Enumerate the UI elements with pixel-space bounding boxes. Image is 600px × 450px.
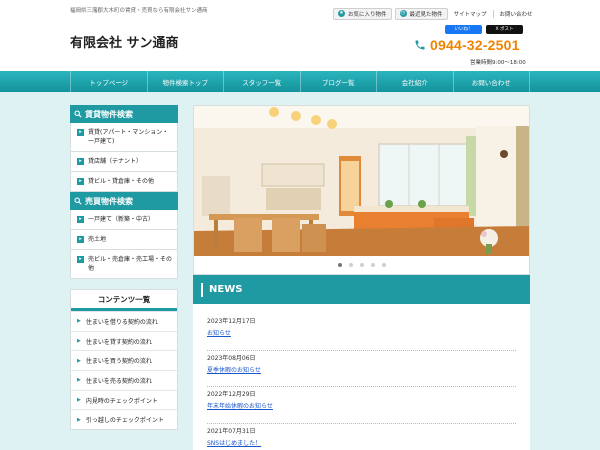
contact-link[interactable]: お問い合わせ	[497, 10, 536, 18]
nav-blog[interactable]: ブログ一覧	[301, 71, 377, 92]
contents-item-sell-flow[interactable]: ▶ 住まいを売る契約の流れ	[71, 370, 177, 390]
global-nav: トップページ 物件検索トップ スタッフ一覧 ブログ一覧 会社紹介 お問い合わせ	[0, 71, 600, 92]
slider-dot-5[interactable]	[381, 263, 386, 267]
x-post-button[interactable]: X ポスト	[486, 25, 523, 34]
news-title: NEWS	[209, 284, 243, 295]
triangle-icon: ▶	[77, 377, 81, 384]
news-section: NEWS 2023年12月17日 お知らせ 2023年08月06日 夏季休暇のお…	[193, 275, 530, 450]
news-date: 2022年12月29日	[207, 391, 256, 398]
news-date: 2021年07月31日	[207, 427, 256, 435]
clock-icon: ◷	[399, 10, 407, 17]
phone-number-text: 0944-32-2501	[430, 37, 520, 53]
contents-item-label: 引っ越しのチェックポイント	[85, 417, 164, 425]
arrow-icon: ▸	[77, 216, 84, 223]
sidebar-item-sale-land[interactable]: ▸ 売土地	[70, 230, 178, 250]
heading-bar	[201, 282, 203, 297]
contents-item-label: 内見時のチェックポイント	[85, 397, 158, 405]
arrow-icon: ▸	[77, 178, 84, 185]
sidebar-item-label: 一戸建て（新築・中古）	[88, 216, 155, 223]
news-item: 2022年12月29日 年末年始休暇のお知らせ	[207, 389, 516, 424]
triangle-icon: ▶	[77, 338, 81, 345]
contents-item-label: 住まいを売る契約の流れ	[85, 377, 152, 385]
slider-pagination	[194, 263, 529, 267]
recent-button[interactable]: ◷ 最近見た物件	[394, 7, 448, 20]
triangle-icon: ▶	[77, 318, 81, 325]
rental-search-title: 賃貸物件検索	[85, 109, 133, 119]
news-date: 2023年08月06日	[207, 354, 256, 362]
contents-item-rent-flow[interactable]: ▶ 住まいを借りる契約の流れ	[71, 311, 177, 331]
search-icon	[74, 110, 82, 118]
news-item: 2023年12月17日 お知らせ	[207, 316, 516, 351]
sidebar-item-rental-residence[interactable]: ▸ 賃貸(アパート・マンション・一戸建て)	[70, 123, 178, 152]
contents-box: コンテンツ一覧 ▶ 住まいを借りる契約の流れ ▶ 住まいを貸す契約の流れ ▶ 住…	[70, 289, 178, 431]
news-item: 2023年08月06日 夏季休暇のお知らせ	[207, 353, 516, 387]
nav-property-search[interactable]: 物件検索トップ	[148, 71, 224, 92]
news-link[interactable]: 年末年始休暇のお知らせ	[207, 401, 516, 410]
contents-item-moving-checklist[interactable]: ▶ 引っ越しのチェックポイント	[71, 409, 177, 429]
favorites-button[interactable]: ★ お気に入り物件	[333, 7, 392, 20]
sidebar-item-rental-store[interactable]: ▸ 貸店舗（テナント）	[70, 152, 178, 172]
news-link[interactable]: お知らせ	[207, 328, 516, 337]
facebook-like-button[interactable]: いいね！	[445, 25, 482, 34]
arrow-icon: ▸	[77, 256, 84, 263]
sidebar-item-sale-house[interactable]: ▸ 一戸建て（新築・中古）	[70, 210, 178, 230]
slider-dot-4[interactable]	[370, 263, 375, 267]
sale-search-title: 売買物件検索	[85, 196, 133, 206]
contents-item-buy-flow[interactable]: ▶ 住まいを買う契約の流れ	[71, 350, 177, 370]
slider-dot-3[interactable]	[359, 263, 364, 267]
sitemap-link[interactable]: サイトマップ	[451, 10, 490, 18]
slider-dot-2[interactable]	[348, 263, 353, 267]
sidebar-item-label: 賃貸(アパート・マンション・一戸建て)	[88, 129, 169, 145]
phone-number[interactable]: 0944-32-2501	[414, 37, 520, 53]
sidebar-item-label: 貸店舗（テナント）	[88, 158, 143, 165]
triangle-icon: ▶	[77, 357, 81, 364]
news-link[interactable]: 夏季休暇のお知らせ	[207, 365, 516, 374]
contents-item-label: 住まいを借りる契約の流れ	[85, 318, 158, 326]
nav-company[interactable]: 会社紹介	[377, 71, 454, 92]
contents-item-label: 住まいを買う契約の流れ	[85, 358, 152, 366]
sidebar-item-label: 売土地	[88, 236, 107, 243]
contents-heading: コンテンツ一覧	[71, 290, 177, 311]
news-list: 2023年12月17日 お知らせ 2023年08月06日 夏季休暇のお知らせ 2…	[193, 304, 530, 450]
rental-search-heading: 賃貸物件検索	[70, 105, 178, 123]
nav-staff[interactable]: スタッフ一覧	[224, 71, 301, 92]
sidebar-item-rental-building[interactable]: ▸ 貸ビル・貸倉庫・その他	[70, 172, 178, 192]
sidebar-item-label: 売ビル・売倉庫・売工場・その他	[88, 256, 173, 272]
contents-item-viewing-checklist[interactable]: ▶ 内見時のチェックポイント	[71, 389, 177, 410]
hero-slider[interactable]	[193, 105, 530, 275]
triangle-icon: ▶	[77, 397, 81, 404]
favorites-label: お気に入り物件	[348, 11, 387, 18]
sidebar: 賃貸物件検索 ▸ 賃貸(アパート・マンション・一戸建て) ▸ 貸店舗（テナント）…	[70, 105, 178, 431]
business-hours: 営業時間9:00～18:00	[470, 60, 526, 66]
phone-icon	[415, 40, 425, 50]
divider	[492, 9, 494, 18]
slide-image	[194, 106, 529, 256]
slider-dot-1[interactable]	[337, 263, 342, 267]
nav-contact[interactable]: お問い合わせ	[454, 71, 530, 92]
star-icon: ★	[338, 10, 345, 17]
recent-label: 最近見た物件	[409, 11, 443, 18]
sale-search-heading: 売買物件検索	[70, 192, 178, 210]
sidebar-item-sale-building[interactable]: ▸ 売ビル・売倉庫・売工場・その他	[70, 250, 178, 279]
top-links: ★ お気に入り物件 ◷ 最近見た物件 サイトマップ お問い合わせ	[333, 7, 536, 20]
news-date: 2023年12月17日	[207, 318, 256, 325]
news-link[interactable]: SNSはじめました！	[207, 438, 516, 447]
arrow-icon: ▸	[77, 129, 84, 136]
company-logo[interactable]: 有限会社 サン通商	[70, 32, 179, 51]
arrow-icon: ▸	[77, 236, 84, 243]
search-icon	[74, 197, 82, 205]
sns-buttons: いいね！ X ポスト	[445, 25, 523, 34]
news-heading: NEWS	[193, 275, 530, 304]
contents-item-lease-flow[interactable]: ▶ 住まいを貸す契約の流れ	[71, 330, 177, 351]
nav-top[interactable]: トップページ	[70, 71, 148, 92]
arrow-icon: ▸	[77, 158, 84, 165]
sidebar-item-label: 貸ビル・貸倉庫・その他	[88, 178, 155, 185]
news-item: 2021年07月31日 SNSはじめました！	[207, 426, 516, 450]
triangle-icon: ▶	[77, 416, 81, 423]
site-tagline: 福岡県三潴郡大木町の賃貸・売買なら有限会社サン通商	[70, 8, 208, 14]
contents-item-label: 住まいを貸す契約の流れ	[85, 338, 152, 346]
